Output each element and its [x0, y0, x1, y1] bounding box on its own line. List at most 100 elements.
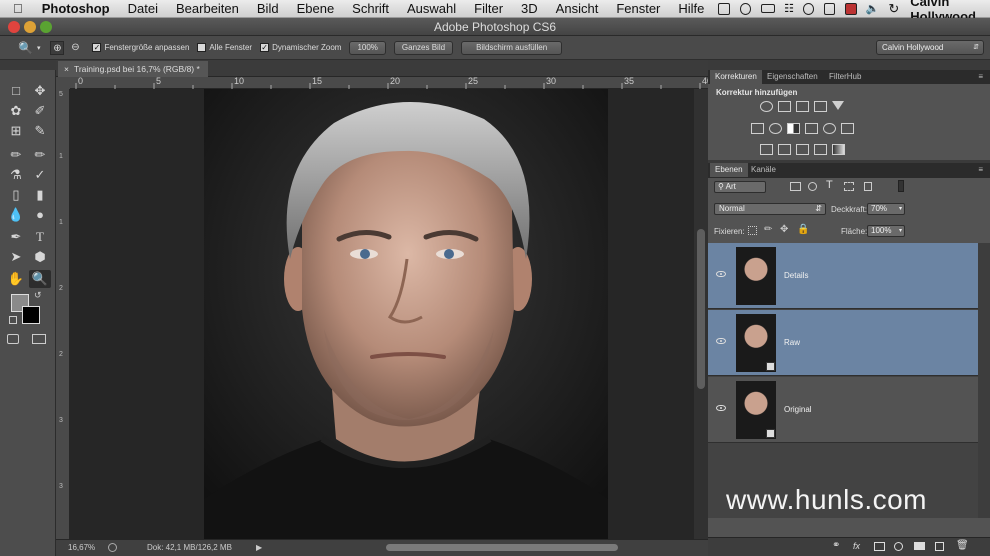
pen-tool-icon[interactable]: ✒ — [5, 228, 27, 246]
menu-schrift[interactable]: Schrift — [343, 0, 398, 18]
history-brush-tool-icon[interactable]: ✓ — [29, 166, 51, 184]
fill-field[interactable]: 100% ▾ — [867, 225, 905, 237]
invert-icon[interactable] — [760, 144, 773, 155]
color-balance-icon[interactable] — [769, 123, 782, 134]
visibility-eye-icon[interactable] — [716, 405, 726, 411]
fill-screen-button[interactable]: Bildschirm ausfüllen — [461, 40, 563, 55]
menu-ansicht[interactable]: Ansicht — [547, 0, 608, 18]
link-layers-icon[interactable]: ⚭ — [832, 540, 840, 551]
menu-auswahl[interactable]: Auswahl — [398, 0, 465, 18]
status-zoom[interactable]: 16,67% — [68, 540, 95, 555]
path-selection-tool-icon[interactable]: ➤ — [5, 248, 27, 266]
blend-mode-select[interactable]: Normal ⇵ — [714, 203, 826, 215]
channel-mixer-icon[interactable] — [823, 123, 836, 134]
filter-type-icon[interactable]: T — [826, 179, 833, 191]
zoom-in-icon[interactable]: ⊕ — [50, 40, 65, 55]
zoom-100-button[interactable]: 100% — [349, 40, 386, 55]
eyedropper-tool-icon[interactable]: ✎ — [29, 122, 51, 140]
monitor-icon[interactable] — [824, 2, 836, 15]
apple-menu-icon[interactable]:  — [0, 1, 33, 16]
close-document-icon[interactable]: × — [64, 64, 69, 74]
status-menu-arrow-icon[interactable]: ▶ — [256, 540, 262, 555]
horizontal-scrollbar-thumb[interactable] — [386, 544, 618, 551]
menu-datei[interactable]: Datei — [119, 0, 167, 18]
vibrance-icon[interactable] — [832, 101, 844, 110]
timemachine-icon[interactable] — [739, 2, 751, 15]
zoom-tool-preset-icon[interactable]: 🔍 — [18, 41, 33, 55]
black-white-icon[interactable] — [787, 123, 800, 134]
color-lookup-icon[interactable] — [841, 123, 854, 134]
delete-layer-icon[interactable]: 🗑 — [956, 540, 969, 551]
battery-icon[interactable] — [760, 4, 776, 13]
visibility-eye-icon[interactable] — [716, 338, 726, 344]
zoom-tool-icon[interactable]: 🔍 — [29, 270, 51, 288]
new-layer-icon[interactable] — [935, 542, 944, 551]
close-window-icon[interactable] — [8, 21, 20, 33]
add-mask-icon[interactable] — [874, 542, 885, 551]
clock-icon[interactable] — [803, 2, 815, 15]
gradient-tool-icon[interactable]: ▮ — [29, 186, 51, 204]
layer-style-icon[interactable]: fx — [853, 541, 860, 551]
canvas-vertical-scrollbar[interactable] — [694, 89, 708, 539]
hue-saturation-icon[interactable] — [751, 123, 764, 134]
zoom-window-icon[interactable] — [40, 21, 52, 33]
blur-tool-icon[interactable]: 💧 — [5, 206, 27, 224]
status-info-icon[interactable] — [108, 543, 117, 552]
wifi-icon[interactable]: ☷ — [784, 2, 794, 15]
levels-icon[interactable] — [778, 101, 791, 112]
visibility-eye-icon[interactable] — [716, 271, 726, 277]
menu-hilfe[interactable]: Hilfe — [669, 0, 713, 18]
crop-tool-icon[interactable]: ⊞ — [5, 122, 27, 140]
screen-mode-icon[interactable] — [32, 334, 46, 344]
swap-colors-icon[interactable]: ↺ — [34, 290, 42, 301]
scrubby-zoom-checkbox[interactable]: ✓ — [260, 43, 270, 52]
tab-kanaele[interactable]: Kanäle — [746, 163, 781, 177]
sync-icon[interactable]: ↻ — [888, 1, 899, 17]
threshold-icon[interactable] — [796, 144, 809, 155]
move-tool-icon[interactable]: ✥ — [29, 82, 51, 100]
layer-row-details[interactable]: Details — [708, 243, 978, 309]
new-adjustment-layer-icon[interactable] — [894, 542, 903, 551]
layer-name-details[interactable]: Details — [784, 271, 808, 280]
minimize-window-icon[interactable] — [24, 21, 36, 33]
filter-smart-object-icon[interactable] — [864, 182, 872, 191]
lock-position-icon[interactable]: ✥ — [780, 224, 788, 235]
filter-shape-icon[interactable] — [844, 182, 854, 191]
canvas-area[interactable]: 0 5 10 15 20 25 30 35 40 5 1 1 2 2 3 3 — [56, 77, 708, 539]
background-color-swatch[interactable] — [22, 306, 40, 324]
menu-ebene[interactable]: Ebene — [288, 0, 344, 18]
workspace-select[interactable]: Calvin Hollywood ⇵ — [876, 40, 984, 55]
fit-window-checkbox[interactable]: ✓ — [92, 43, 102, 52]
tab-ebenen[interactable]: Ebenen — [710, 163, 748, 177]
shape-tool-icon[interactable]: ⬢ — [29, 248, 51, 266]
brightness-contrast-icon[interactable] — [760, 101, 773, 112]
clone-stamp-tool-icon[interactable]: ⚗ — [5, 166, 27, 184]
adjustments-panel-menu-icon[interactable]: ≡ — [973, 70, 988, 84]
eraser-tool-icon[interactable]: ▯ — [5, 186, 27, 204]
menu-fenster[interactable]: Fenster — [607, 0, 669, 18]
healing-brush-tool-icon[interactable]: ✏ — [5, 146, 27, 164]
posterize-icon[interactable] — [778, 144, 791, 155]
quick-mask-icon[interactable] — [7, 334, 19, 344]
tab-korrekturen[interactable]: Korrekturen — [710, 70, 762, 84]
portrait-image[interactable] — [204, 89, 608, 539]
new-group-icon[interactable] — [914, 542, 925, 550]
tab-eigenschaften[interactable]: Eigenschaften — [762, 70, 823, 84]
brush-tool-icon[interactable]: ✏ — [29, 146, 51, 164]
layer-row-raw[interactable]: Raw — [708, 310, 978, 376]
selective-color-icon[interactable] — [814, 144, 827, 155]
display-icon[interactable] — [718, 2, 730, 15]
menu-app-photoshop[interactable]: Photoshop — [33, 0, 119, 18]
menu-3d[interactable]: 3D — [512, 0, 547, 18]
exposure-icon[interactable] — [814, 101, 827, 112]
dodge-tool-icon[interactable]: ● — [29, 206, 51, 224]
layers-panel-menu-icon[interactable]: ≡ — [973, 163, 988, 177]
keyboard-flag-icon[interactable] — [845, 2, 857, 15]
fit-screen-button[interactable]: Ganzes Bild — [393, 40, 454, 55]
default-colors-icon[interactable] — [9, 316, 17, 324]
layer-name-raw[interactable]: Raw — [784, 338, 800, 347]
marquee-tool-icon[interactable]: □ — [5, 82, 27, 100]
document-tab[interactable]: × Training.psd bei 16,7% (RGB/8) * — [58, 61, 208, 77]
filter-pixel-icon[interactable] — [790, 182, 801, 191]
ruler-horizontal[interactable]: 0 5 10 15 20 25 30 35 40 — [70, 77, 708, 89]
